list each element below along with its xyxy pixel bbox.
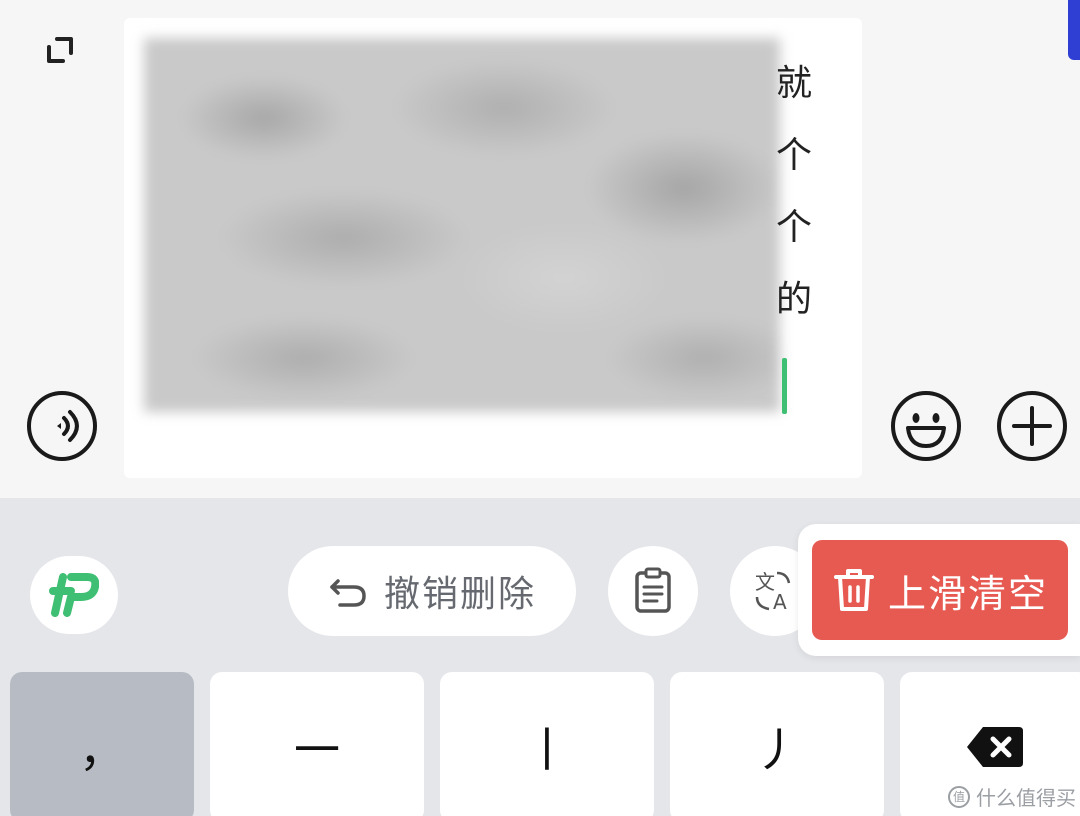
svg-text:文: 文	[755, 570, 775, 594]
voice-input-button[interactable]	[26, 390, 98, 462]
voice-icon	[27, 391, 97, 461]
trash-icon	[833, 569, 874, 611]
plus-icon	[997, 391, 1067, 461]
clipboard-button[interactable]	[608, 546, 698, 636]
message-text-edge: 就 个 个 的	[776, 48, 813, 336]
more-button[interactable]	[996, 390, 1068, 462]
undo-delete-button[interactable]: 撤销删除	[288, 546, 576, 636]
undo-delete-label: 撤销删除	[383, 574, 536, 615]
clipboard-icon	[635, 567, 671, 613]
input-method-logo-icon	[49, 573, 99, 617]
message-input[interactable]: 就 个 个 的	[124, 18, 862, 478]
compose-area: 就 个 个 的	[0, 0, 1080, 498]
comma-key[interactable]: ，	[10, 672, 194, 816]
stroke-pie-label: 丿	[754, 723, 800, 777]
input-method-logo-button[interactable]	[30, 556, 118, 634]
translate-icon: 文 A	[755, 570, 791, 614]
stroke-shu-key[interactable]: 丨	[440, 672, 654, 816]
edge-glyph: 的	[776, 279, 813, 320]
clear-popup: 上滑清空	[798, 524, 1080, 656]
swipe-up-clear-label: 上滑清空	[887, 571, 1048, 616]
edge-glyph: 就	[776, 63, 813, 104]
watermark-badge: 值	[948, 785, 970, 808]
expand-button[interactable]	[36, 26, 84, 74]
undo-icon	[330, 579, 366, 607]
backspace-icon	[967, 727, 1023, 767]
emoji-button[interactable]	[890, 390, 962, 462]
blurred-message-text	[144, 38, 780, 412]
stroke-shu-label: 丨	[524, 723, 570, 777]
svg-text:A: A	[773, 590, 787, 614]
watermark: 值 什么值得买	[948, 782, 1076, 811]
expand-icon	[47, 37, 73, 63]
stroke-pie-key[interactable]: 丿	[670, 672, 884, 816]
edge-glyph: 个	[776, 207, 813, 248]
swipe-up-clear-button[interactable]: 上滑清空	[812, 540, 1068, 640]
edge-glyph: 个	[776, 135, 813, 176]
scroll-indicator	[1068, 0, 1080, 60]
text-cursor	[782, 358, 787, 414]
stroke-heng-label: 一	[294, 723, 340, 777]
stroke-heng-key[interactable]: 一	[210, 672, 424, 816]
watermark-text: 什么值得买	[976, 786, 1076, 810]
emoji-icon	[891, 391, 961, 461]
comma-key-label: ，	[79, 723, 125, 777]
